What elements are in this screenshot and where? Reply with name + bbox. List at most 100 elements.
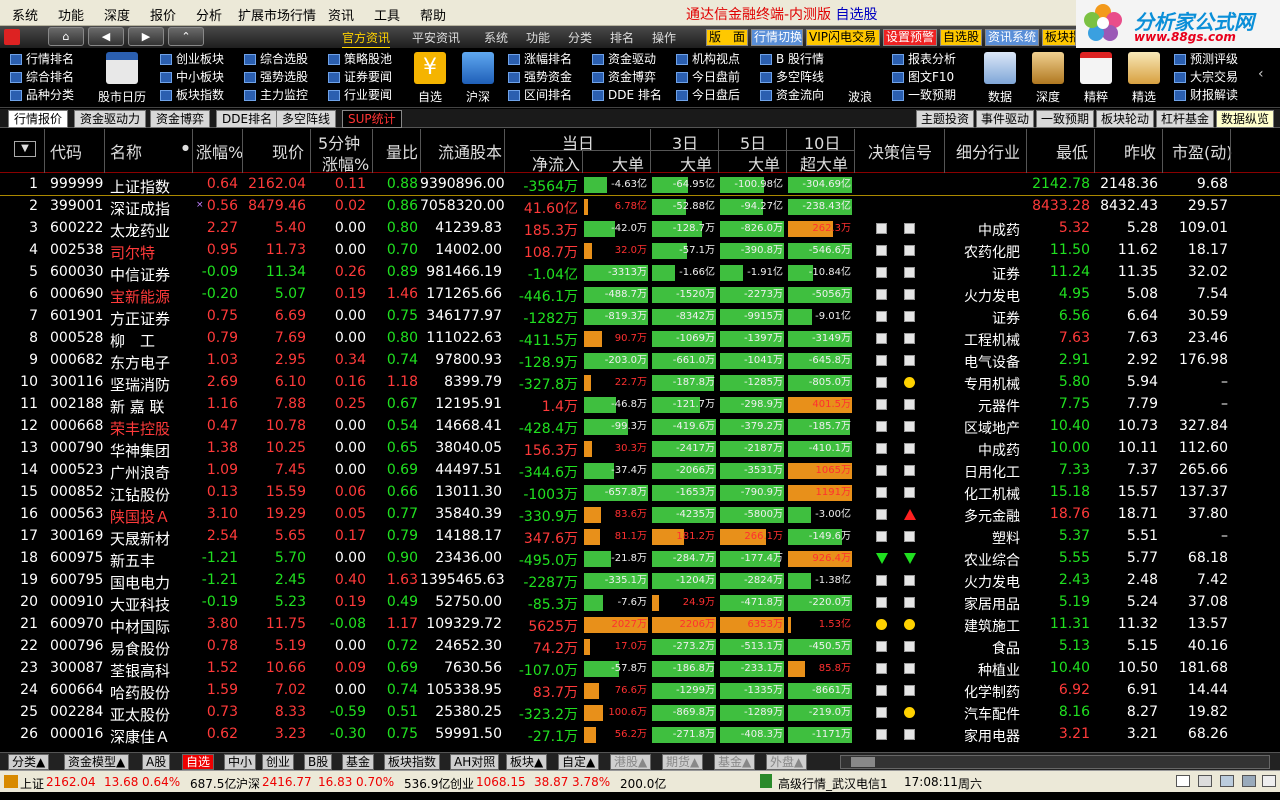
table-row[interactable]: 11 002188 新 嘉 联 1.16 7.88 0.25 0.67 12195.91 1.4…	[0, 394, 1280, 416]
table-row[interactable]: 1 999999 上证指数 0.64 2162.04 0.11 0.88 9390896.00…	[0, 174, 1280, 196]
ribbon-dde-ranking[interactable]: DDE 排名	[592, 87, 662, 104]
ribbon-composite-screen[interactable]: 综合选股	[244, 51, 308, 68]
scroll-thumb[interactable]	[851, 757, 875, 767]
stock-name[interactable]: 东方电子	[110, 352, 170, 373]
col-float-shares[interactable]: 流通股本	[438, 139, 502, 163]
ribbon-depth[interactable]: 深度	[1028, 50, 1068, 105]
col-change-pct[interactable]: 涨幅%	[196, 139, 243, 163]
ribbon-wave[interactable]: 波浪	[842, 88, 878, 105]
keyboard-icon[interactable]	[1198, 775, 1212, 787]
ribbon-sector-index[interactable]: 板块指数	[160, 87, 224, 104]
menu-tools[interactable]: 工具	[374, 5, 400, 24]
tab-capital-game[interactable]: 资金博弈	[150, 110, 211, 128]
col-5min-pct[interactable]: 涨幅%	[322, 151, 369, 175]
tab-official-news[interactable]: 官方资讯	[342, 29, 391, 49]
col-industry[interactable]: 细分行业	[956, 139, 1020, 163]
back-icon[interactable]: ◀	[88, 27, 124, 46]
ribbon-watchlist[interactable]: ¥ 自选	[412, 50, 448, 105]
btab-sector[interactable]: 板块▲	[506, 754, 548, 770]
stock-name[interactable]: 江钻股份	[110, 484, 170, 505]
stock-name[interactable]: 易食股份	[110, 638, 170, 659]
tab-sup-stats[interactable]: SUP统计	[342, 110, 402, 128]
col-prev-close[interactable]: 昨收	[1124, 139, 1156, 163]
ribbon-forecast-rating[interactable]: 预测评级	[1174, 51, 1238, 68]
ribbon-overall-ranking[interactable]: 综合排名	[10, 69, 74, 86]
btab-watchlist[interactable]: 自选	[182, 754, 215, 770]
message-icon[interactable]	[1220, 775, 1234, 787]
btab-ah-compare[interactable]: AH对照	[450, 754, 500, 770]
stock-name[interactable]: 中信证券	[110, 264, 170, 285]
ribbon-data[interactable]: 数据	[980, 50, 1020, 105]
table-row[interactable]: 7 601901 方正证券 0.75 6.69 0.00 0.75 346177.97 -128…	[0, 306, 1280, 328]
table-row[interactable]: 4 002538 司尔特 0.95 11.73 0.00 0.70 14002.00 108.7…	[0, 240, 1280, 262]
tab-bull-bear[interactable]: 多空阵线	[276, 110, 337, 128]
tab-sector-rotation[interactable]: 板块轮动	[1096, 110, 1155, 128]
menu-news[interactable]: 资讯	[328, 5, 354, 24]
stock-name[interactable]: 方正证券	[110, 308, 170, 329]
table-row[interactable]: 10 300116 坚瑞消防 2.69 6.10 0.16 1.18 8399.79 -327.…	[0, 372, 1280, 394]
table-row[interactable]: 18 600975 新五丰 -1.21 5.70 0.00 0.90 23436.00 -495…	[0, 548, 1280, 570]
stock-name[interactable]: 国电电力	[110, 572, 170, 593]
col-superbig-10day[interactable]: 超大单	[800, 151, 848, 175]
horizontal-scrollbar[interactable]	[840, 755, 1270, 769]
table-row[interactable]: 24 600664 哈药股份 1.59 7.02 0.00 0.74 105338.95 83.…	[0, 680, 1280, 702]
table-row[interactable]: 13 000790 华神集团 1.38 10.25 0.00 0.65 38040.05 156…	[0, 438, 1280, 460]
tab-ranking[interactable]: 排名	[610, 29, 634, 46]
col-decision-signal[interactable]: 决策信号	[868, 139, 932, 163]
table-row[interactable]: 23 300087 荃银高科 1.52 10.66 0.09 0.69 7630.56 -107…	[0, 658, 1280, 680]
table-row[interactable]: 17 300169 天晟新材 2.54 5.65 0.17 0.79 14188.17 347.…	[0, 526, 1280, 548]
ribbon-bull-bear-line[interactable]: 多空阵线	[760, 69, 824, 86]
news-system-button[interactable]: 资讯系统	[985, 29, 1039, 46]
ribbon-main-monitor[interactable]: 主力监控	[244, 87, 308, 104]
stock-name[interactable]: 华神集团	[110, 440, 170, 461]
table-row[interactable]: 6 000690 宝新能源 -0.20 5.07 0.19 1.46 171265.66 -44…	[0, 284, 1280, 306]
col-low[interactable]: 最低	[1056, 139, 1088, 163]
server-name[interactable]: 高级行情_武汉电信1	[778, 775, 888, 792]
stock-name[interactable]: 陕国投Ａ	[110, 506, 170, 527]
ribbon-institution-view[interactable]: 机构视点	[676, 51, 740, 68]
col-volume-ratio[interactable]: 量比	[386, 139, 418, 163]
btab-futures[interactable]: 期货▲	[662, 754, 704, 770]
stock-name[interactable]: 深康佳Ａ	[110, 726, 170, 747]
stock-name[interactable]: 荣丰控股	[110, 418, 170, 439]
table-row[interactable]: 26 000016 深康佳Ａ 0.62 3.23 -0.30 0.75 59991.50 -27…	[0, 724, 1280, 746]
ribbon-range-ranking[interactable]: 区间排名	[508, 87, 572, 104]
ribbon-capital-flow[interactable]: 资金流向	[760, 87, 824, 104]
tab-theme-invest[interactable]: 主题投资	[916, 110, 975, 128]
btab-b-share[interactable]: B股	[304, 754, 333, 770]
ribbon-consensus[interactable]: 一致预期	[892, 87, 956, 104]
col-big-5day[interactable]: 大单	[748, 151, 780, 175]
ribbon-postmarket[interactable]: 今日盘后	[676, 87, 740, 104]
col-price[interactable]: 现价	[272, 139, 304, 163]
mail-icon[interactable]	[1176, 775, 1190, 787]
ribbon-block-trade[interactable]: 大宗交易	[1174, 69, 1238, 86]
stock-name[interactable]: 上证指数	[110, 176, 170, 197]
table-row[interactable]: 5 600030 中信证券 -0.09 11.34 0.26 0.89 981466.19 -1…	[0, 262, 1280, 284]
tab-category[interactable]: 分类	[568, 29, 592, 46]
ribbon-f10[interactable]: 图文F10	[892, 69, 954, 86]
ribbon-shsz[interactable]: 沪深	[460, 50, 496, 105]
ribbon-securities-news[interactable]: 证券要闻	[328, 69, 392, 86]
stock-name[interactable]: 司尔特	[110, 242, 155, 263]
btab-fund[interactable]: 基金	[342, 754, 375, 770]
ribbon-quote-ranking[interactable]: 行情排名	[10, 51, 74, 68]
table-row[interactable]: 19 600795 国电电力 -1.21 2.45 0.40 1.63 1395465.63 -…	[0, 570, 1280, 592]
ribbon-strategy-pool[interactable]: 策略股池	[328, 51, 392, 68]
menu-depth[interactable]: 深度	[104, 5, 130, 24]
btab-custom[interactable]: 自定▲	[558, 754, 600, 770]
tab-consensus[interactable]: 一致预期	[1036, 110, 1095, 128]
set-alert-button[interactable]: 设置预警	[883, 29, 937, 46]
ribbon-stock-calendar[interactable]: 股市日历	[96, 50, 148, 105]
table-row[interactable]: 15 000852 江钻股份 0.13 15.59 0.06 0.66 13011.30 -10…	[0, 482, 1280, 504]
quote-switch-button[interactable]: 行情切换	[751, 29, 803, 46]
stock-name[interactable]: 柳 工	[110, 330, 155, 351]
ribbon-strong-screen[interactable]: 强势选股	[244, 69, 308, 86]
watchlist-button[interactable]: 自选股	[940, 29, 982, 46]
stock-name[interactable]: 哈药股份	[110, 682, 170, 703]
status-menu-icon[interactable]	[4, 775, 18, 788]
table-row[interactable]: 9 000682 东方电子 1.03 2.95 0.34 0.74 97800.93 -128.…	[0, 350, 1280, 372]
stock-name[interactable]: 深证成指	[110, 198, 170, 219]
col-big-3day[interactable]: 大单	[680, 151, 712, 175]
table-row[interactable]: 20 000910 大亚科技 -0.19 5.23 0.19 0.49 52750.00 -85…	[0, 592, 1280, 614]
layout-button[interactable]: 版 面	[706, 29, 748, 46]
